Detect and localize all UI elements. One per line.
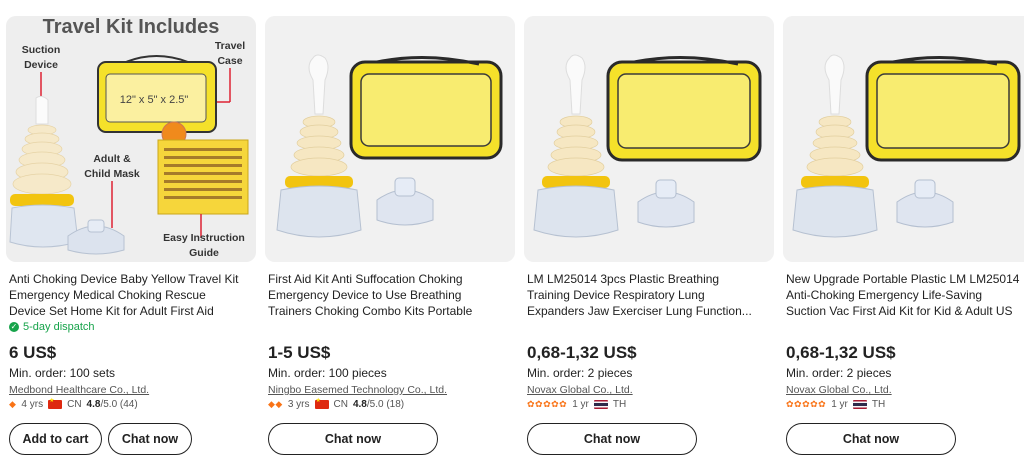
supplier-meta: ◆◆ 3 yrs CN 4.8/5.0 (18) (268, 397, 405, 410)
supplier-country: TH (612, 399, 627, 410)
supplier-country: CN (67, 399, 82, 410)
price: 6 US$ (9, 343, 57, 362)
min-order: Min. order: 2 pieces (527, 366, 633, 380)
chat-now-button[interactable]: Chat now (527, 423, 697, 455)
min-order: Min. order: 100 sets (9, 366, 116, 380)
case-dimensions: 12" x 5" x 2.5" (120, 94, 189, 106)
svg-text:Travel: Travel (215, 40, 245, 52)
product-title[interactable]: LM LM25014 3pcs Plastic Breathing Traini… (527, 271, 773, 319)
product-card[interactable]: Travel Kit Includes Suction Device Trave… (6, 0, 256, 456)
medal-icon: ✿✿✿✿✿ (527, 399, 568, 409)
svg-text:Suction: Suction (22, 44, 61, 56)
product-card[interactable]: LM LM25014 3pcs Plastic Breathing Traini… (524, 0, 774, 456)
price: 0,68-1,32 US$ (527, 343, 637, 362)
chat-now-button[interactable]: Chat now (786, 423, 956, 455)
supplier-years: 1 yr (572, 399, 589, 410)
product-image[interactable] (783, 16, 1024, 262)
supplier-link[interactable]: Medbond Healthcare Co., Ltd. (9, 384, 149, 396)
svg-text:Easy Instruction: Easy Instruction (163, 232, 245, 244)
product-image[interactable] (265, 16, 515, 262)
svg-text:Case: Case (217, 55, 242, 67)
medal-icon: ◆◆ (268, 399, 283, 409)
flag-th-icon (593, 400, 608, 409)
supplier-years: 3 yrs (287, 399, 310, 410)
product-image[interactable]: Travel Kit Includes Suction Device Trave… (6, 16, 256, 262)
flag-th-icon (852, 400, 867, 409)
supplier-years: 4 yrs (21, 399, 44, 410)
flag-cn-icon (314, 397, 329, 409)
chat-now-button[interactable]: Chat now (108, 423, 192, 455)
supplier-meta: ✿✿✿✿✿ 1 yr TH (527, 399, 626, 410)
flag-cn-icon (48, 397, 63, 409)
min-order: Min. order: 2 pieces (786, 366, 892, 380)
svg-text:Child Mask: Child Mask (84, 168, 140, 180)
supplier-link[interactable]: Novax Global Co., Ltd. (527, 384, 633, 396)
check-icon: ✓ (9, 322, 19, 332)
product-title[interactable]: Anti Choking Device Baby Yellow Travel K… (9, 271, 255, 319)
image-heading: Travel Kit Includes (43, 16, 220, 38)
dispatch-badge: ✓ 5-day dispatch (9, 321, 95, 333)
supplier-years: 1 yr (831, 399, 848, 410)
product-image[interactable] (524, 16, 774, 262)
chat-now-button[interactable]: Chat now (268, 423, 438, 455)
product-title[interactable]: First Aid Kit Anti Suffocation Choking E… (268, 271, 514, 319)
svg-text:Device: Device (24, 59, 58, 71)
price: 1-5 US$ (268, 343, 331, 362)
product-card[interactable]: New Upgrade Portable Plastic LM LM25014 … (783, 0, 1024, 456)
supplier-meta: ✿✿✿✿✿ 1 yr TH (786, 399, 885, 410)
svg-text:Adult &: Adult & (93, 153, 131, 165)
supplier-meta: ◆ 4 yrs CN 4.8/5.0 (44) (9, 397, 138, 410)
medal-icon: ✿✿✿✿✿ (786, 399, 827, 409)
product-card[interactable]: First Aid Kit Anti Suffocation Choking E… (265, 0, 515, 456)
supplier-country: CN (333, 399, 348, 410)
supplier-rating: 4.8/5.0 (18) (352, 399, 405, 410)
supplier-link[interactable]: Novax Global Co., Ltd. (786, 384, 892, 396)
supplier-rating: 4.8/5.0 (44) (86, 399, 138, 410)
price: 0,68-1,32 US$ (786, 343, 896, 362)
min-order: Min. order: 100 pieces (268, 366, 387, 380)
svg-text:Guide: Guide (189, 247, 219, 259)
supplier-link[interactable]: Ningbo Easemed Technology Co., Ltd. (268, 384, 447, 396)
medal-icon: ◆ (9, 399, 17, 409)
add-to-cart-button[interactable]: Add to cart (9, 423, 102, 455)
supplier-country: TH (871, 399, 886, 410)
product-title[interactable]: New Upgrade Portable Plastic LM LM25014 … (786, 271, 1024, 319)
